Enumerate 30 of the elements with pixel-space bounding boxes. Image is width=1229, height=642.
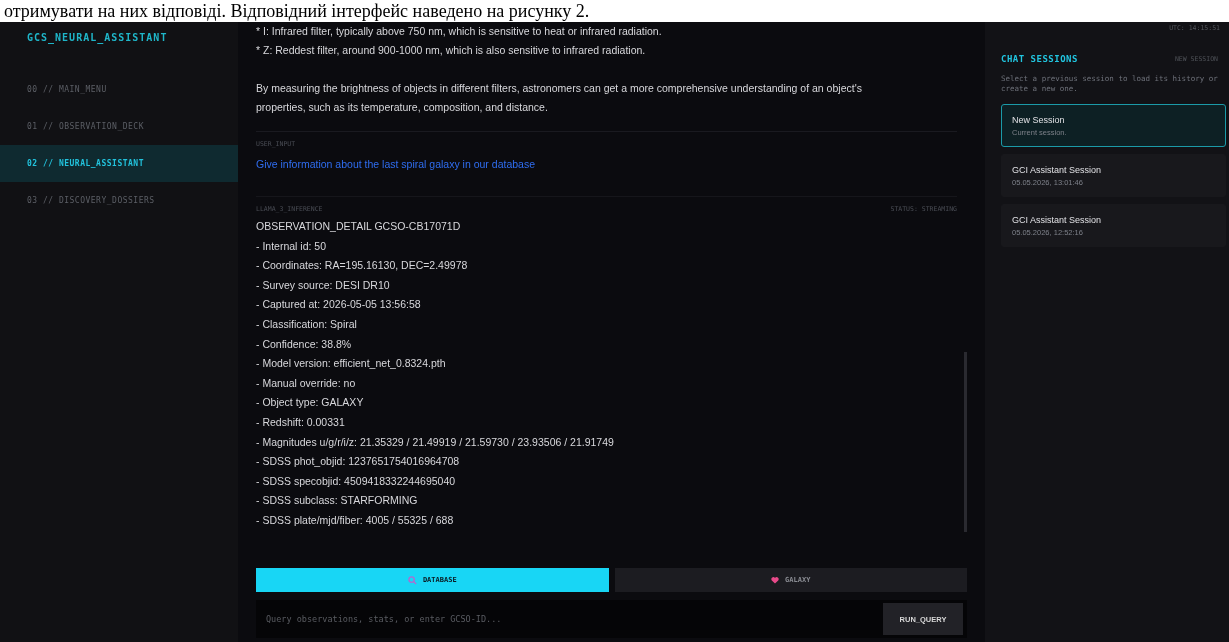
response-line: - SDSS subclass: STARFORMING	[256, 493, 419, 509]
response-line: - Coordinates: RA=195.16130, DEC=2.49978	[256, 258, 469, 274]
session-title: GCI Assistant Session	[1012, 214, 1103, 225]
response-line: OBSERVATION_DETAIL GCSO-CB17071D	[256, 219, 462, 234]
message-line: * I: Infrared filter, typically above 750 nm, which is sensitive to heat or infrared radiation.	[256, 24, 663, 39]
session-title: New Session	[1012, 114, 1066, 125]
response-line: - SDSS specobjid: 4509418332244695040	[256, 473, 457, 489]
message-paragraph: By measuring the brightness of objects in different filters, astronomers can get a more comprehensive understanding of an object's properties, such as its temperature, composition, and distance.	[256, 81, 863, 115]
response-line: - Object type: GALAXY	[256, 395, 365, 411]
panel-title: CHAT SESSIONS	[1001, 54, 1078, 64]
response-line: - Classification: Spiral	[256, 316, 358, 332]
response-line: - SDSS plate/mjd/fiber: 4005 / 55325 / 688	[256, 512, 455, 528]
heart-icon	[771, 576, 780, 584]
search-icon	[407, 575, 417, 585]
response-line: - Model version: efficient_net_0.8324.pth	[256, 356, 447, 372]
app-title: GCS_NEURAL_ASSISTANT	[26, 32, 169, 46]
response-line: - Magnitudes u/g/r/i/z: 21.35329 / 21.49919 / 21.59730 / 23.93506 / 21.91749	[256, 434, 615, 450]
response-line: - Survey source: DESI DR10	[256, 277, 391, 293]
scrollbar[interactable]	[964, 352, 967, 532]
response-line: - Captured at: 2026-05-05 13:56:58	[256, 297, 422, 313]
session-title: GCI Assistant Session	[1012, 164, 1103, 175]
response-line: - Redshift: 0.00331	[256, 414, 346, 430]
response-line: - Internal id: 50	[256, 238, 328, 254]
user-message: Give information about the last spiral galaxy in our database	[256, 158, 536, 170]
response-line: - Confidence: 38.8%	[256, 336, 353, 352]
document-text: отримувати на них відповіді. Відповідний інтерфейс наведено на рисунку 2.	[4, 0, 590, 22]
message-line: * Z: Reddest filter, around 900-1000 nm, which is also sensitive to infrared radiation.	[256, 43, 647, 58]
nav-item[interactable]: 02 // NEURAL_ASSISTANT	[0, 145, 238, 182]
response-line: - SDSS phot_objid: 1237651754016964708	[256, 454, 461, 470]
response-line: - Manual override: no	[256, 375, 357, 391]
